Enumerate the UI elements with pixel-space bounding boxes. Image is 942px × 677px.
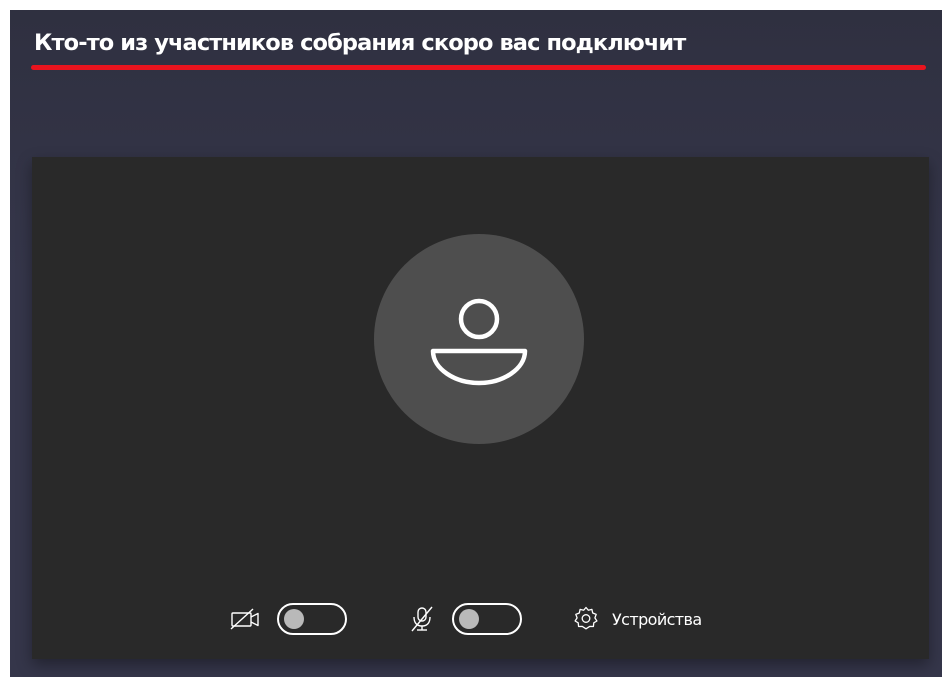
gear-icon [574,606,598,630]
avatar [374,234,584,444]
devices-button[interactable]: Устройства [572,601,702,637]
camera-off-icon [230,608,259,630]
lobby-heading: Кто-то из участников собрания скоро вас … [34,30,686,56]
person-icon [430,298,528,386]
microphone-toggle-knob [459,609,479,629]
camera-toggle[interactable] [277,603,347,635]
mic-off-icon [411,606,433,632]
devices-label: Устройства [612,609,702,629]
lobby-screen: Кто-то из участников собрания скоро вас … [10,10,942,677]
heading-underline [31,65,926,70]
camera-toggle-knob [284,609,304,629]
video-preview: Устройства [32,157,929,659]
microphone-toggle[interactable] [452,603,522,635]
device-controls: Устройства [32,595,929,643]
